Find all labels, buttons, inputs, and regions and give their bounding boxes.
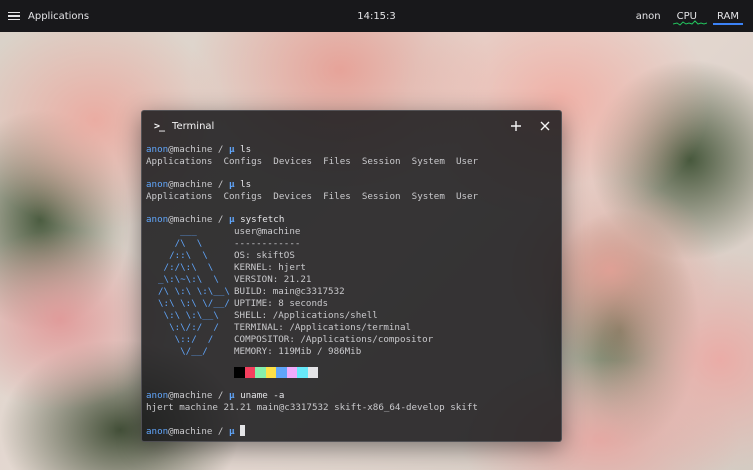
close-button[interactable] [535,116,555,136]
window-title: Terminal [172,120,215,132]
prompt-line: anon@machine / µ ls [146,179,252,190]
clock[interactable]: 14:15:3 [357,11,396,22]
sysinfo-line: ------------ [234,238,301,249]
color-swatch [234,367,245,378]
sysinfo-line: KERNEL: hjert [234,262,306,273]
ascii-art-line: /\ \ [158,238,203,249]
ascii-art-line: \/__/ [158,346,208,357]
prompt-line: anon@machine / µ sysfetch [146,214,285,225]
prompt-line: anon@machine / µ uname -a [146,390,285,401]
ascii-art-line: ___ [158,226,197,237]
ls-output: Applications Configs Devices Files Sessi… [146,156,479,167]
plus-icon [511,121,521,131]
sysinfo-line: VERSION: 21.21 [234,274,312,285]
sysinfo-line: TERMINAL: /Applications/terminal [234,322,412,333]
ascii-art-line: /:/\:\ \ [158,262,214,273]
close-icon [540,121,550,131]
color-swatch [307,367,318,378]
current-prompt-line[interactable]: anon@machine / µ [146,425,246,437]
color-swatch [265,367,276,378]
ram-monitor[interactable]: RAM [712,6,744,26]
ascii-art-line: /::\ \ [158,250,208,261]
color-swatch [276,367,287,378]
color-swatch [255,367,266,378]
ascii-art-line: \::/ / [158,334,214,345]
uname-output: hjert machine 21.21 main@c3317532 skift-… [146,402,478,413]
ascii-art-line: \:\ \:\__\ [158,310,219,321]
ls-output: Applications Configs Devices Files Sessi… [146,191,479,202]
applications-label: Applications [28,10,90,22]
prompt-line: anon@machine / µ ls [146,144,252,155]
cpu-monitor[interactable]: CPU [672,6,707,26]
text-cursor [240,425,246,436]
sysinfo-line: UPTIME: 8 seconds [234,298,329,309]
panel-status-area: anon CPU RAM [636,0,744,32]
color-swatch [244,367,255,378]
ascii-art-line: _\:\~\:\ \ [158,274,219,285]
ram-label: RAM [716,10,739,22]
sysinfo-line: COMPOSITOR: /Applications/compositor [234,334,434,345]
menu-icon [8,11,20,21]
color-swatch [297,367,308,378]
color-palette [234,367,318,378]
window-titlebar[interactable]: >_ Terminal [142,111,561,141]
new-tab-button[interactable] [506,116,526,136]
sysinfo-line: BUILD: main@c3317532 [234,286,345,297]
terminal-window[interactable]: >_ Terminal anon@machine / µ ls Applicat… [141,110,562,442]
terminal-icon: >_ [154,120,165,132]
ascii-art-line: \:\/:/ / [158,322,219,333]
terminal-output[interactable]: anon@machine / µ ls Applications Configs… [146,143,557,441]
sysinfo-line: SHELL: /Applications/shell [234,310,378,321]
color-swatch [286,367,297,378]
applications-button[interactable]: Applications [8,0,89,32]
ascii-art-line: /\ \:\ \:\__\ [158,286,230,297]
sysinfo-line: OS: skiftOS [234,250,295,261]
cpu-graph [672,20,707,26]
top-panel: Applications 14:15:3 anon CPU RAM [0,0,753,32]
ascii-art-line: \:\ \:\ \/__/ [158,298,230,309]
sysinfo-line: MEMORY: 119Mib / 986Mib [234,346,362,357]
sysinfo-line: user@machine [234,226,301,237]
user-name[interactable]: anon [636,11,661,22]
